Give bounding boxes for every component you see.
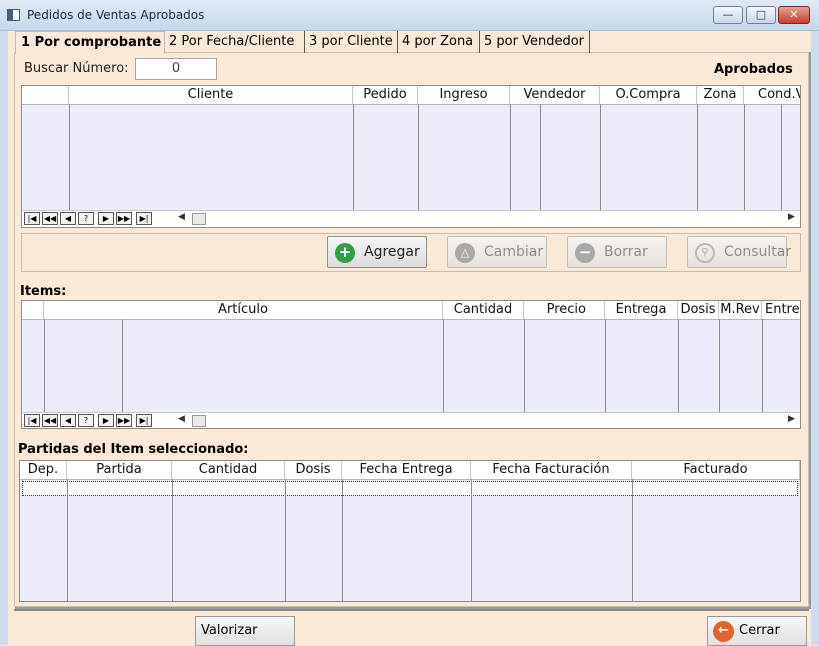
- items-col-cantidad[interactable]: Cantidad: [443, 301, 524, 319]
- orders-col-blank[interactable]: [22, 86, 69, 104]
- items-grid-header: Artículo Cantidad Precio Entrega Dosis M…: [22, 301, 800, 320]
- items-col-entre[interactable]: Entre: [762, 301, 800, 319]
- cerrar-button[interactable]: ← Cerrar: [707, 616, 807, 646]
- items-scroll-right-arrow[interactable]: ▶: [788, 414, 795, 424]
- orders-navigator: |◀ ◀◀ ◀ ? ▶ ▶▶ ▶| ◀ ▶: [22, 210, 800, 227]
- partidas-col-partida[interactable]: Partida: [67, 461, 172, 479]
- close-window-button[interactable]: ✕: [778, 6, 810, 24]
- window-title: Pedidos de Ventas Aprobados: [27, 8, 205, 22]
- partidas-grid[interactable]: Dep. Partida Cantidad Dosis Fecha Entreg…: [19, 460, 801, 602]
- orders-col-zona[interactable]: Zona: [697, 86, 744, 104]
- orders-col-ingreso[interactable]: Ingreso: [418, 86, 510, 104]
- partidas-col-dep[interactable]: Dep.: [20, 461, 67, 479]
- partidas-grid-header: Dep. Partida Cantidad Dosis Fecha Entreg…: [20, 461, 800, 480]
- orders-col-vendedor[interactable]: Vendedor: [510, 86, 600, 104]
- borrar-button[interactable]: − Borrar: [567, 236, 667, 268]
- consultar-button[interactable]: ⚲ Consultar: [687, 236, 791, 268]
- partidas-col-fecha-facturacion[interactable]: Fecha Facturación: [471, 461, 632, 479]
- items-col-mrev[interactable]: M.Rev: [719, 301, 762, 319]
- last-record-button[interactable]: ▶|: [136, 212, 152, 225]
- items-col-dosis[interactable]: Dosis: [678, 301, 719, 319]
- items-col-blank1[interactable]: [22, 301, 44, 319]
- valorizar-button[interactable]: Valorizar: [195, 616, 295, 646]
- partidas-col-fecha-entrega[interactable]: Fecha Entrega: [342, 461, 471, 479]
- items-label: Items:: [20, 284, 67, 299]
- app-icon: [7, 9, 20, 21]
- prev-page-button[interactable]: ◀◀: [42, 212, 58, 225]
- items-next-record-button[interactable]: ▶: [98, 414, 114, 427]
- items-scroll-left-arrow[interactable]: ◀: [178, 414, 185, 424]
- minimize-button[interactable]: —: [713, 6, 743, 24]
- partidas-col-cantidad[interactable]: Cantidad: [172, 461, 285, 479]
- scroll-left-arrow[interactable]: ◀: [178, 212, 185, 222]
- orders-col-pedido[interactable]: Pedido: [353, 86, 418, 104]
- partidas-col-facturado[interactable]: Facturado: [632, 461, 800, 479]
- items-prev-page-button[interactable]: ◀◀: [42, 414, 58, 427]
- change-icon: △: [455, 243, 475, 263]
- partidas-label: Partidas del Item seleccionado:: [18, 442, 249, 457]
- help-button[interactable]: ?: [78, 212, 94, 225]
- tab-por-fecha-cliente[interactable]: 2 Por Fecha/Cliente: [166, 31, 305, 53]
- tab-por-vendedor[interactable]: 5 por Vendedor: [481, 31, 590, 53]
- borrar-label: Borrar: [604, 244, 648, 260]
- items-col-precio[interactable]: Precio: [524, 301, 605, 319]
- partidas-col-dosis[interactable]: Dosis: [285, 461, 342, 479]
- tab-por-cliente[interactable]: 3 por Cliente: [306, 31, 398, 53]
- search-icon: ⚲: [695, 243, 715, 263]
- agregar-label: Agregar: [364, 244, 420, 260]
- items-col-articulo[interactable]: Artículo: [44, 301, 443, 319]
- window-frame-left: [0, 31, 8, 645]
- first-record-button[interactable]: |◀: [24, 212, 40, 225]
- window-frame-right: [811, 31, 819, 645]
- scroll-thumb[interactable]: [192, 213, 206, 225]
- search-label: Buscar Número:: [24, 61, 129, 76]
- orders-grid-header: Cliente Pedido Ingreso Vendedor O.Compra…: [22, 86, 800, 105]
- add-icon: +: [335, 243, 355, 263]
- tab-por-zona[interactable]: 4 por Zona: [399, 31, 480, 53]
- items-col-entrega[interactable]: Entrega: [605, 301, 678, 319]
- items-prev-record-button[interactable]: ◀: [60, 414, 76, 427]
- scroll-right-arrow[interactable]: ▶: [788, 212, 795, 222]
- next-record-button[interactable]: ▶: [98, 212, 114, 225]
- prev-record-button[interactable]: ◀: [60, 212, 76, 225]
- maximize-button[interactable]: □: [746, 6, 776, 24]
- orders-col-cliente[interactable]: Cliente: [69, 86, 353, 104]
- items-first-record-button[interactable]: |◀: [24, 414, 40, 427]
- cambiar-button[interactable]: △ Cambiar: [447, 236, 547, 268]
- agregar-button[interactable]: + Agregar: [327, 236, 427, 268]
- next-page-button[interactable]: ▶▶: [116, 212, 132, 225]
- items-help-button[interactable]: ?: [78, 414, 94, 427]
- consultar-label: Consultar: [724, 244, 792, 260]
- delete-icon: −: [575, 243, 595, 263]
- cambiar-label: Cambiar: [484, 244, 544, 260]
- items-scroll-thumb[interactable]: [192, 415, 206, 427]
- search-number-input[interactable]: 0: [135, 58, 217, 80]
- tab-por-comprobante[interactable]: 1 Por comprobante: [15, 31, 165, 54]
- partidas-selected-row[interactable]: [22, 481, 798, 496]
- back-arrow-icon: ←: [713, 621, 734, 642]
- items-grid[interactable]: Artículo Cantidad Precio Entrega Dosis M…: [21, 300, 801, 429]
- items-next-page-button[interactable]: ▶▶: [116, 414, 132, 427]
- items-last-record-button[interactable]: ▶|: [136, 414, 152, 427]
- items-navigator: |◀ ◀◀ ◀ ? ▶ ▶▶ ▶| ◀ ▶: [22, 412, 800, 428]
- orders-grid[interactable]: Cliente Pedido Ingreso Vendedor O.Compra…: [21, 85, 801, 228]
- orders-col-ocompra[interactable]: O.Compra: [600, 86, 697, 104]
- status-label: Aprobados: [714, 62, 793, 77]
- cerrar-label: Cerrar: [739, 623, 780, 638]
- orders-col-condv[interactable]: Cond.V: [744, 86, 800, 104]
- panel-bottom-border: [14, 609, 809, 611]
